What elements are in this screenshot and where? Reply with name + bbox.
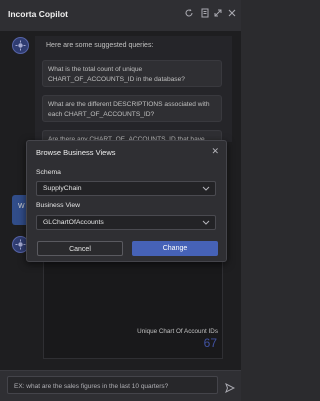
chat-input-box: [7, 376, 218, 394]
business-view-label: Business View: [36, 202, 81, 209]
schema-select[interactable]: SupplyChain: [36, 181, 216, 196]
schema-value: SupplyChain: [43, 185, 82, 192]
dialog-title: Browse Business Views: [36, 148, 116, 157]
business-view-value: GLChartOfAccounts: [43, 219, 104, 226]
browse-business-views-dialog: Browse Business Views ✕ Schema SupplyCha…: [26, 140, 227, 262]
change-button[interactable]: Change: [132, 241, 218, 256]
app-title: Incorta Copilot: [8, 9, 68, 19]
close-icon[interactable]: ✕: [211, 146, 219, 157]
expand-icon[interactable]: [212, 8, 224, 20]
cancel-button[interactable]: Cancel: [37, 241, 123, 256]
document-icon[interactable]: [199, 8, 211, 20]
schema-label: Schema: [36, 169, 61, 176]
business-view-select[interactable]: GLChartOfAccounts: [36, 215, 216, 230]
chevron-down-icon: [202, 218, 210, 228]
chat-input[interactable]: [12, 379, 216, 393]
refresh-icon[interactable]: [183, 8, 195, 20]
send-icon[interactable]: [225, 380, 236, 394]
close-icon[interactable]: [226, 8, 238, 20]
chevron-down-icon: [202, 184, 210, 194]
app-header: Incorta Copilot: [0, 0, 241, 31]
input-bar: [0, 370, 241, 401]
